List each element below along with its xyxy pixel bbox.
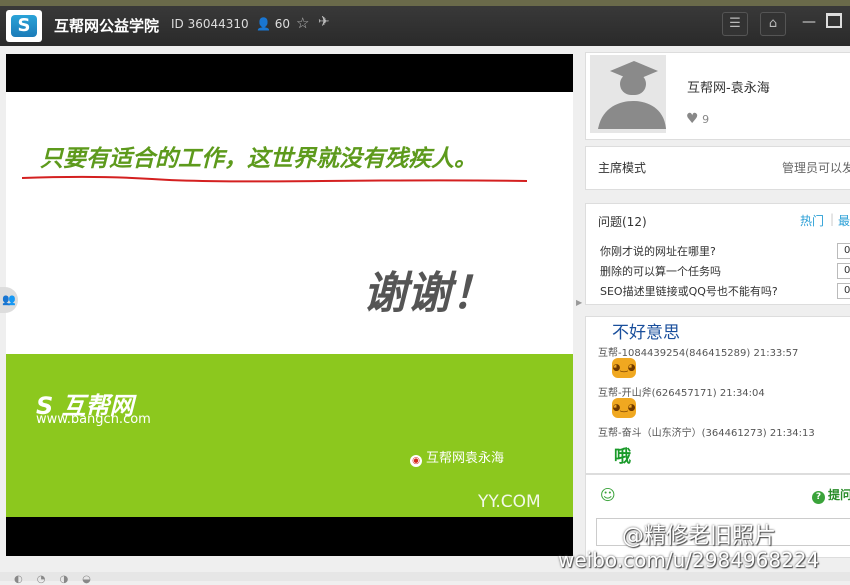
likes-count: 9: [702, 113, 710, 126]
emoji-icon: ◕‿◕: [612, 398, 636, 418]
panel-toggle-icon[interactable]: ▶: [576, 298, 582, 307]
questions-title: 问题(12): [598, 215, 647, 229]
s-logo-icon: S: [11, 15, 37, 37]
question-icon: ?: [812, 491, 825, 504]
chat-sender: 互帮-开山斧(626457171) 21:34:04: [598, 388, 765, 399]
heart-icon: ♥: [686, 111, 699, 127]
star-icon[interactable]: ☆: [296, 14, 309, 32]
smiley-icon[interactable]: ☺: [600, 486, 616, 504]
mode-label: 主席模式: [598, 161, 647, 175]
question-count: 0: [837, 263, 850, 279]
weibo-name: 互帮网袁永海: [426, 451, 505, 466]
window-title: 互帮网公益学院: [54, 17, 160, 35]
ask-button[interactable]: ? 提问: [812, 486, 850, 504]
chat-message: 哦: [614, 447, 631, 467]
question-count: 0: [837, 283, 850, 299]
title-bar: S 互帮网公益学院 ID 36044310 👤 60 ☆ ✈ ☰ ⌂ —: [0, 0, 850, 46]
top-strip: [0, 0, 850, 6]
slide-motto: 只要有适合的工作，这世界就没有残疾人。: [40, 146, 477, 172]
user-count-value: 60: [274, 17, 291, 31]
yy-logo: YY.COM: [478, 492, 541, 512]
likes[interactable]: ♥ 9: [686, 111, 709, 127]
ask-label: 提问: [828, 488, 850, 502]
toolbar-icons: ◐◔◑◒: [14, 574, 105, 585]
chat-message: 不好意思: [612, 323, 680, 343]
plane-icon[interactable]: ✈: [318, 14, 330, 30]
tab-separator: |: [830, 212, 835, 226]
user-count: 👤 60: [256, 17, 290, 31]
slide-thanks: 谢谢！: [363, 268, 495, 319]
list-icon[interactable]: ☰: [722, 12, 748, 36]
chat-sender: 互帮-1084439254(846415289) 21:33:57: [598, 348, 799, 359]
user-icon: 👤: [256, 17, 271, 31]
bottom-toolbar: [0, 572, 850, 581]
weibo-tag: ◉ 互帮网袁永海: [410, 447, 504, 467]
mode-value: 管理员可以发: [782, 161, 850, 175]
weibo-icon: ◉: [410, 455, 422, 467]
channel-id: ID 36044310: [171, 17, 249, 31]
minimize-icon[interactable]: —: [802, 14, 816, 30]
tab-latest[interactable]: 最: [838, 212, 850, 229]
avatar: [590, 55, 666, 133]
chat-sender: 互帮-奋斗（山东济宁）(364461273) 21:34:13: [598, 428, 815, 439]
watermark-name: @精修老旧照片: [622, 524, 777, 549]
brand-url: www.bangcn.com: [36, 412, 151, 427]
question-item[interactable]: SEO描述里链接或QQ号也不能有吗?: [600, 283, 778, 299]
app-logo: S: [6, 10, 42, 42]
watermark-url: weibo.com/u/2984968224: [558, 548, 820, 572]
host-name: 互帮网-袁永海: [687, 81, 770, 96]
question-item[interactable]: 你刚才说的网址在哪里?: [600, 243, 716, 259]
video-area[interactable]: 只要有适合的工作，这世界就没有残疾人。 谢谢！ S 互帮网 www.bangcn…: [6, 54, 573, 556]
maximize-icon[interactable]: [826, 13, 842, 28]
question-count: 0: [837, 243, 850, 259]
red-underline: [22, 175, 528, 183]
tab-hot[interactable]: 热门: [800, 212, 824, 229]
home-icon[interactable]: ⌂: [760, 12, 786, 36]
graduate-avatar-icon: [598, 61, 666, 129]
question-item[interactable]: 删除的可以算一个任务吗: [600, 263, 721, 279]
emoji-icon: ◕‿◕: [612, 358, 636, 378]
